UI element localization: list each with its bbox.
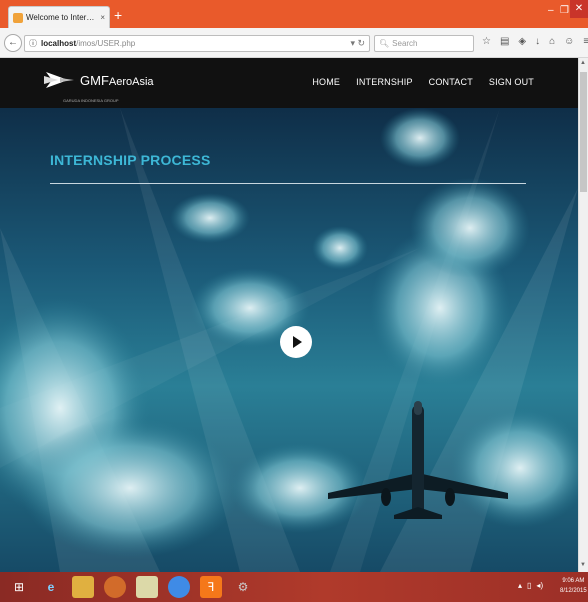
scroll-down-icon[interactable]: ▼	[580, 562, 586, 568]
menu-item-home[interactable]: HOME	[312, 77, 340, 87]
system-tray: ▴ ▯ ◂)	[518, 581, 543, 590]
close-window-icon[interactable]: ✕	[570, 0, 588, 18]
hero-banner: INTERNSHIP PROCESS ^	[0, 108, 578, 572]
pocket-icon[interactable]: ◈	[518, 36, 526, 47]
logo-tagline: GARUDA INDONESIA GROUP	[63, 98, 119, 103]
play-video-button[interactable]	[280, 326, 312, 358]
bookmark-star-icon[interactable]: ☆	[482, 36, 491, 47]
xampp-icon[interactable]: ꟻ	[200, 576, 222, 598]
sync-icon[interactable]: ☺	[564, 36, 574, 47]
menu-icon[interactable]: ≡	[583, 36, 588, 47]
bookmarks-icon[interactable]: ▤	[500, 36, 509, 47]
site-header: GMFAeroAsia GARUDA INDONESIA GROUP HOME …	[0, 58, 578, 108]
windows-taskbar: ⊞ e ꟻ ⚙ ▴ ▯ ◂) 9:06 AM 8/12/2015	[0, 572, 588, 602]
tab-title: Welcome to Internship Ma...	[26, 13, 97, 22]
gmf-logo-icon	[44, 72, 74, 88]
search-icon: 🔍︎	[379, 39, 390, 48]
firefox-icon[interactable]	[104, 576, 126, 598]
site-info-icon[interactable]: ⓘ	[29, 38, 37, 49]
ie-icon[interactable]: e	[40, 576, 62, 598]
menu-item-contact[interactable]: CONTACT	[429, 77, 473, 87]
clock-date: 8/12/2015	[560, 588, 587, 594]
tray-arrow-icon[interactable]: ▴	[518, 581, 522, 590]
clock-time: 9:06 AM	[562, 578, 585, 584]
search-placeholder: Search	[392, 39, 418, 48]
browser-toolbar: ☆ ▤ ◈ ↓ ⌂ ☺ ≡	[482, 36, 588, 47]
maximize-icon[interactable]: ❐	[560, 5, 569, 16]
favicon-icon	[13, 12, 23, 23]
tab-close-icon[interactable]: ×	[100, 13, 105, 22]
home-icon[interactable]: ⌂	[549, 36, 555, 47]
taskbar-apps: ⊞ e ꟻ ⚙	[8, 576, 254, 598]
menu-item-sign-out[interactable]: SIGN OUT	[489, 77, 534, 87]
network-icon[interactable]: ▯	[527, 581, 531, 590]
site-logo[interactable]: GMFAeroAsia GARUDA INDONESIA GROUP	[44, 68, 154, 103]
hero-title: INTERNSHIP PROCESS	[50, 152, 211, 168]
scrollbar-thumb[interactable]	[580, 72, 587, 192]
browser-navbar: ← ⓘ localhost /imos/USER.php ▾ ↻ 🔍︎ Sear…	[0, 28, 588, 58]
search-input[interactable]: 🔍︎ Search	[374, 35, 474, 52]
windows-start-icon[interactable]: ⊞	[8, 576, 30, 598]
explorer-icon[interactable]	[72, 576, 94, 598]
settings-icon[interactable]: ⚙	[232, 576, 254, 598]
taskbar-clock[interactable]: 9:06 AM 8/12/2015	[560, 576, 587, 596]
page-scrollbar[interactable]: ▲ ▼	[578, 58, 588, 572]
url-host: localhost	[41, 39, 77, 48]
web-page: GMFAeroAsia GARUDA INDONESIA GROUP HOME …	[0, 58, 578, 572]
new-tab-button[interactable]: +	[114, 8, 122, 22]
chrome-icon[interactable]	[168, 576, 190, 598]
scroll-up-icon[interactable]: ▲	[580, 60, 586, 66]
back-button[interactable]: ←	[4, 34, 22, 52]
browser-tab[interactable]: Welcome to Internship Ma... ×	[8, 6, 110, 28]
download-icon[interactable]: ↓	[535, 36, 540, 47]
volume-icon[interactable]: ◂)	[536, 581, 543, 590]
minimize-icon[interactable]: –	[548, 5, 554, 16]
browser-titlebar: Welcome to Internship Ma... × + – ❐ ✕	[0, 0, 588, 28]
url-bar[interactable]: ⓘ localhost /imos/USER.php ▾ ↻	[24, 35, 370, 52]
notepad-icon[interactable]	[136, 576, 158, 598]
logo-text: GMFAeroAsia	[80, 72, 154, 88]
url-path: /imos/USER.php	[76, 39, 136, 48]
play-icon	[293, 336, 302, 348]
hero-divider	[50, 183, 526, 184]
reload-icon[interactable]: ▾ ↻	[350, 38, 365, 49]
site-menu: HOME INTERNSHIP CONTACT SIGN OUT	[312, 77, 534, 87]
menu-item-internship[interactable]: INTERNSHIP	[356, 77, 413, 87]
